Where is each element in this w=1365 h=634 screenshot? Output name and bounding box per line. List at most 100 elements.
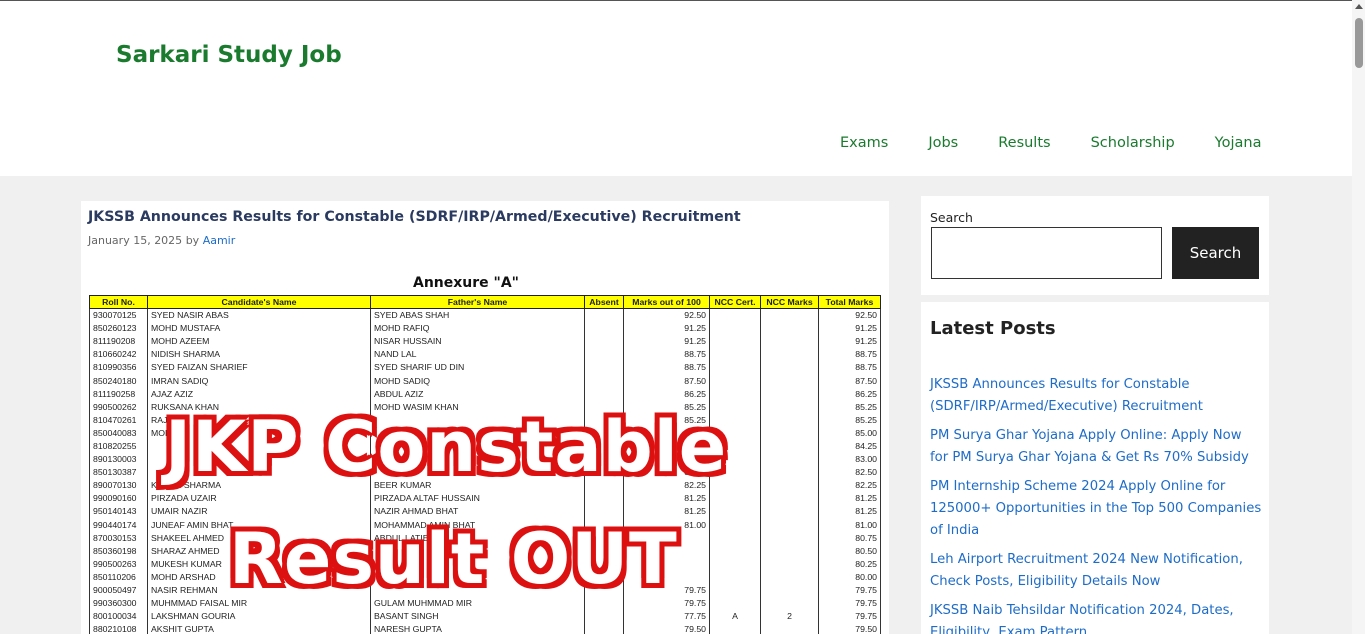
table-cell: 80.50 (818, 544, 881, 558)
nav-item-yojana[interactable]: Yojana (1195, 135, 1282, 151)
scrollbar-thumb[interactable] (1355, 18, 1363, 68)
list-item: JKSSB Announces Results for Constable (S… (930, 373, 1262, 417)
table-row: 800100034 LAKSHMAN GOURIA BASANT SINGH 77.7… (89, 609, 881, 623)
table-cell (760, 347, 819, 361)
table-cell (709, 360, 761, 374)
table-cell (709, 491, 761, 505)
table-cell (760, 360, 819, 374)
nav-item-jobs[interactable]: Jobs (908, 135, 978, 151)
table-cell: 91.25 (818, 334, 881, 348)
table-cell (760, 413, 819, 427)
post-by: by (185, 234, 200, 247)
table-cell (760, 373, 819, 388)
table-cell: 870030153 (89, 531, 148, 545)
table-cell (760, 504, 819, 518)
table-cell (584, 308, 624, 322)
post-title[interactable]: JKSSB Announces Results for Constable (S… (88, 209, 741, 225)
latest-post-link[interactable]: JKSSB Naib Tehsildar Notification 2024, … (930, 603, 1234, 634)
table-cell: NISAR HUSSAIN (370, 334, 585, 348)
search-widget: Search Search (921, 196, 1269, 295)
latest-posts-widget: Latest Posts JKSSB Announces Results for… (921, 302, 1269, 634)
table-cell (760, 387, 819, 401)
table-cell: 81.00 (818, 518, 881, 532)
table-cell: 990500263 (89, 557, 148, 571)
table-row: 930070125 SYED NASIR ABAS SYED ABAS SHAH 92… (89, 308, 881, 322)
col-marks: Marks out of 100 (623, 295, 710, 309)
table-cell: 80.00 (818, 570, 881, 584)
table-cell (709, 321, 761, 335)
table-row: 811190258 AJAZ AZIZ ABDUL AZIZ 86.25 86.25 (89, 387, 881, 401)
table-cell: 91.25 (623, 334, 710, 348)
table-cell: SYED FAIZAN SHARIEF (147, 360, 371, 374)
table-cell (709, 570, 761, 584)
table-cell (709, 387, 761, 401)
table-cell: 810820255 (89, 439, 148, 453)
table-cell: MOHD RAFIQ (370, 321, 585, 335)
table-cell: PIRZADA UZAIR (147, 491, 371, 505)
search-button[interactable]: Search (1172, 227, 1259, 279)
table-row: 810660242 NIDISH SHARMA NAND LAL 88.75 88.75 (89, 347, 881, 361)
col-candidate-name: Candidate's Name (147, 295, 371, 309)
table-row: 990090160 PIRZADA UZAIR PIRZADA ALTAF HUSS… (89, 491, 881, 505)
table-cell: BASANT SINGH (370, 609, 585, 623)
table-cell (709, 544, 761, 558)
table-cell: 850260123 (89, 321, 148, 335)
main-nav: Exams Jobs Results Scholarship Yojana (820, 135, 1281, 151)
page-scrollbar[interactable] (1352, 0, 1365, 634)
table-cell (709, 308, 761, 322)
table-cell (760, 583, 819, 597)
table-cell (584, 321, 624, 335)
table-cell: SYED NASIR ABAS (147, 308, 371, 322)
table-cell (584, 609, 624, 623)
table-cell (584, 334, 624, 348)
table-cell (709, 596, 761, 610)
search-input[interactable] (931, 227, 1162, 279)
table-cell (760, 557, 819, 571)
table-cell: 79.75 (818, 609, 881, 623)
table-cell: 86.25 (623, 387, 710, 401)
table-cell: 83.00 (818, 452, 881, 466)
scroll-up-arrow-icon[interactable] (1355, 4, 1363, 9)
table-cell: 79.75 (818, 596, 881, 610)
table-cell: 92.50 (623, 308, 710, 322)
col-roll-no: Roll No. (89, 295, 148, 309)
table-cell (709, 347, 761, 361)
table-cell (584, 347, 624, 361)
table-cell (709, 557, 761, 571)
table-cell: SYED SHARIF UD DIN (370, 360, 585, 374)
search-label: Search (930, 210, 973, 225)
table-cell: 990440174 (89, 518, 148, 532)
table-cell: 86.25 (818, 387, 881, 401)
nav-item-scholarship[interactable]: Scholarship (1071, 135, 1195, 151)
latest-post-link[interactable]: PM Surya Ghar Yojana Apply Online: Apply… (930, 428, 1249, 465)
latest-post-link[interactable]: PM Internship Scheme 2024 Apply Online f… (930, 479, 1261, 538)
table-cell: 930070125 (89, 308, 148, 322)
list-item: PM Surya Ghar Yojana Apply Online: Apply… (930, 424, 1262, 468)
table-cell: 87.50 (818, 373, 881, 388)
table-cell (584, 360, 624, 374)
table-cell: 811190208 (89, 334, 148, 348)
latest-posts-heading: Latest Posts (930, 318, 1056, 339)
table-cell: 84.25 (818, 439, 881, 453)
site-header: Sarkari Study Job Exams Jobs Results Sch… (0, 1, 1352, 176)
table-cell: 79.50 (623, 622, 710, 634)
table-cell: NAZIR AHMAD BHAT (370, 504, 585, 518)
table-cell: PIRZADA ALTAF HUSSAIN (370, 491, 585, 505)
table-cell: 850240180 (89, 373, 148, 388)
overlay-title-line1: JKP Constable (165, 406, 728, 488)
site-title[interactable]: Sarkari Study Job (116, 42, 342, 68)
table-cell: 91.25 (623, 321, 710, 335)
table-cell: 79.75 (818, 583, 881, 597)
table-cell (760, 544, 819, 558)
table-cell (760, 321, 819, 335)
latest-post-link[interactable]: Leh Airport Recruitment 2024 New Notific… (930, 552, 1243, 589)
table-cell (760, 439, 819, 453)
table-cell: MOHD MUSTAFA (147, 321, 371, 335)
latest-post-link[interactable]: JKSSB Announces Results for Constable (S… (930, 377, 1203, 414)
post-author-link[interactable]: Aamir (203, 234, 236, 247)
table-cell (760, 400, 819, 414)
table-cell (584, 387, 624, 401)
nav-item-results[interactable]: Results (978, 135, 1070, 151)
table-cell: 88.75 (818, 347, 881, 361)
nav-item-exams[interactable]: Exams (820, 135, 908, 151)
